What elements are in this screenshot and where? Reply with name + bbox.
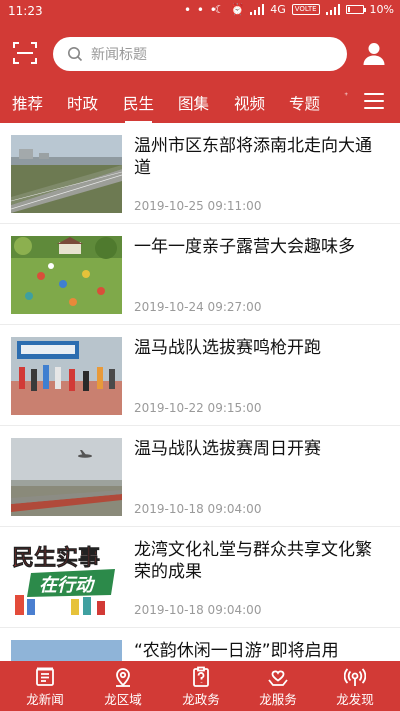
scan-icon[interactable]: [12, 40, 38, 66]
news-icon: [34, 666, 56, 688]
broadcast-icon: [344, 666, 366, 688]
nav-longquyu[interactable]: 龙区域: [83, 661, 163, 711]
search-input[interactable]: 新闻标题: [53, 37, 347, 71]
signal-icon: [250, 4, 265, 15]
poster-line1: 民生实事: [12, 545, 100, 571]
news-date: 2019-10-22 09:15:00: [134, 401, 262, 415]
volte-badge: VOLTE: [291, 4, 320, 15]
runway-plane-photo: [11, 438, 122, 516]
tab-shizheng[interactable]: 时政: [67, 92, 98, 114]
nav-label: 龙服务: [259, 692, 297, 707]
moon-icon: ☾: [214, 3, 225, 16]
tab-minsheng[interactable]: 民生: [123, 92, 154, 123]
status-bar: 11:23 • • • ☾ ⏰ 4G VOLTE 10%: [0, 0, 400, 24]
search-placeholder: 新闻标题: [91, 47, 147, 63]
user-icon[interactable]: [362, 41, 386, 65]
status-time: 11:23: [8, 4, 43, 18]
alarm-icon: ⏰: [230, 3, 245, 16]
marathon-start-photo: [11, 337, 122, 415]
menu-icon[interactable]: [364, 93, 384, 111]
camping-photo: [11, 236, 122, 314]
countryside-photo: [11, 640, 122, 661]
poster-line2: 在行动: [39, 575, 96, 596]
category-tabs: 推荐 时政 民生 图集 视频 专题 ᐩ: [0, 84, 400, 123]
news-date: 2019-10-18 09:04:00: [134, 502, 262, 516]
nav-longxinwen[interactable]: 龙新闻: [5, 661, 85, 711]
list-item[interactable]: 温马战队选拔赛周日开赛 2019-10-18 09:04:00: [0, 426, 400, 527]
highway-photo: [11, 135, 122, 213]
tab-overflow-hint: ᐩ: [344, 90, 349, 103]
nav-longfaxian[interactable]: 龙发现: [315, 661, 395, 711]
bottom-nav: 龙新闻 龙区域 龙政务 龙服务 龙发现: [0, 661, 400, 711]
tab-zhuanti[interactable]: 专题: [289, 92, 320, 114]
news-title: “农韵休闲一日游”即将启用: [134, 641, 339, 661]
minsheng-shishi-poster: 民生实事 在行动: [11, 539, 122, 617]
tab-tuji[interactable]: 图集: [178, 92, 209, 114]
news-title: 温州市区东部将添南北走向大通道: [134, 136, 372, 178]
signal-icon-2: [325, 4, 340, 15]
nav-longzhengwu[interactable]: 龙政务: [161, 661, 241, 711]
notification-dots: • • •: [184, 3, 218, 17]
list-item[interactable]: 温州市区东部将添南北走向大通道 2019-10-25 09:11:00: [0, 123, 400, 224]
nav-label: 龙新闻: [26, 692, 64, 707]
news-title: 龙湾文化礼堂与群众共享文化繁荣的成果: [134, 540, 372, 582]
tab-shipin[interactable]: 视频: [234, 92, 265, 114]
list-item[interactable]: 民生实事 在行动 龙湾文化礼堂与群众共享文化繁荣的成果 2019-10-18 0…: [0, 527, 400, 628]
nav-label: 龙发现: [336, 692, 374, 707]
list-item[interactable]: 一年一度亲子露营大会趣味多 2019-10-24 09:27:00: [0, 224, 400, 325]
service-icon: [267, 666, 289, 688]
nav-longfuwu[interactable]: 龙服务: [238, 661, 318, 711]
search-icon: [67, 46, 83, 62]
battery-level: 10%: [369, 3, 394, 16]
nav-label: 龙政务: [182, 692, 220, 707]
app-header: 11:23 • • • ☾ ⏰ 4G VOLTE 10% 新闻标题 推荐 时政 …: [0, 0, 400, 123]
news-title: 一年一度亲子露营大会趣味多: [134, 237, 355, 257]
list-item[interactable]: “农韵休闲一日游”即将启用: [0, 628, 400, 661]
nav-label: 龙区域: [104, 692, 142, 707]
clipboard-icon: [190, 666, 212, 688]
news-list: 温州市区东部将添南北走向大通道 2019-10-25 09:11:00 一年一度…: [0, 123, 400, 661]
list-item[interactable]: 温马战队选拔赛鸣枪开跑 2019-10-22 09:15:00: [0, 325, 400, 426]
status-icons: ☾ ⏰ 4G VOLTE 10%: [215, 3, 394, 16]
location-icon: [112, 666, 134, 688]
news-date: 2019-10-24 09:27:00: [134, 300, 262, 314]
news-title: 温马战队选拔赛周日开赛: [134, 439, 321, 459]
tab-tuijian[interactable]: 推荐: [12, 92, 43, 114]
battery-icon: [345, 5, 366, 14]
news-date: 2019-10-18 09:04:00: [134, 603, 262, 617]
news-title: 温马战队选拔赛鸣枪开跑: [134, 338, 321, 358]
network-label: 4G: [270, 3, 286, 16]
news-date: 2019-10-25 09:11:00: [134, 199, 262, 213]
